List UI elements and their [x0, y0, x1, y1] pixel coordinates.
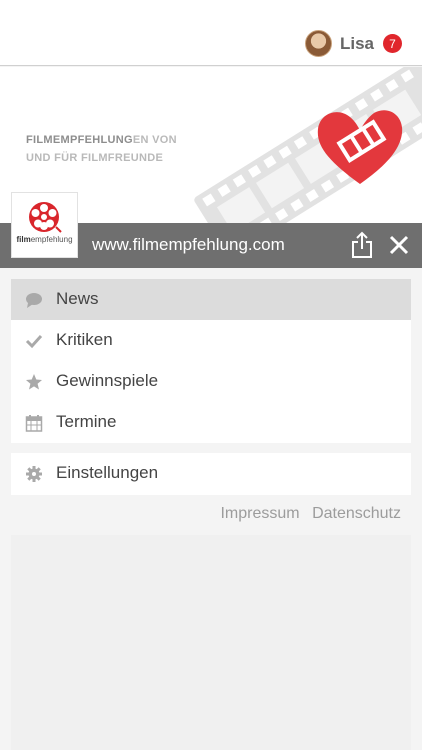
notification-badge[interactable]: 7	[383, 34, 402, 53]
site-url[interactable]: www.filmempfehlung.com	[92, 235, 285, 255]
tagline-strong: FILMEMPFEHLUNG	[26, 134, 133, 146]
menu-item-label: Kritiken	[56, 330, 113, 349]
menu-item-kritiken[interactable]: Kritiken	[11, 320, 411, 361]
menu-item-label: Termine	[56, 412, 117, 431]
checkmark-icon	[25, 334, 43, 349]
impressum-link[interactable]: Impressum	[220, 505, 299, 522]
top-bar: Lisa 7	[0, 0, 422, 66]
menu-item-termine[interactable]: Termine	[11, 402, 411, 443]
datenschutz-link[interactable]: Datenschutz	[312, 505, 401, 522]
speech-bubble-icon	[26, 293, 42, 308]
site-logo[interactable]: filmempfehlung	[11, 192, 78, 258]
menu-item-einstellungen[interactable]: Einstellungen	[11, 453, 411, 494]
tagline: FILMEMPFEHLUNGEN VON UND FÜR FILMFREUNDE	[26, 131, 177, 167]
share-icon[interactable]	[350, 231, 374, 259]
user-profile[interactable]: Lisa 7	[304, 30, 402, 57]
calendar-icon	[25, 415, 43, 432]
menu-item-label: News	[56, 289, 99, 308]
footer-links: Impressum Datenschutz	[212, 505, 401, 523]
menu-item-label: Einstellungen	[56, 463, 159, 482]
user-name[interactable]: Lisa	[340, 34, 374, 54]
star-icon	[26, 374, 42, 390]
tagline-rest: EN VON	[132, 134, 177, 146]
film-reel-icon	[29, 202, 62, 233]
menu-item-label: Gewinnspiele	[56, 371, 159, 390]
close-icon[interactable]	[388, 234, 410, 256]
menu-item-gewinnspiele[interactable]: Gewinnspiele	[11, 361, 411, 402]
avatar[interactable]	[304, 30, 332, 57]
main-menu: News Kritiken Gewinnspiele Termine	[11, 279, 411, 443]
gear-icon	[26, 466, 42, 482]
content-area	[11, 535, 411, 750]
menu-item-news[interactable]: News	[11, 279, 411, 320]
logo-wordmark: filmempfehlung	[16, 235, 73, 244]
settings-menu: Einstellungen	[11, 453, 411, 495]
tagline-line2: UND FÜR FILMFREUNDE	[26, 152, 164, 164]
